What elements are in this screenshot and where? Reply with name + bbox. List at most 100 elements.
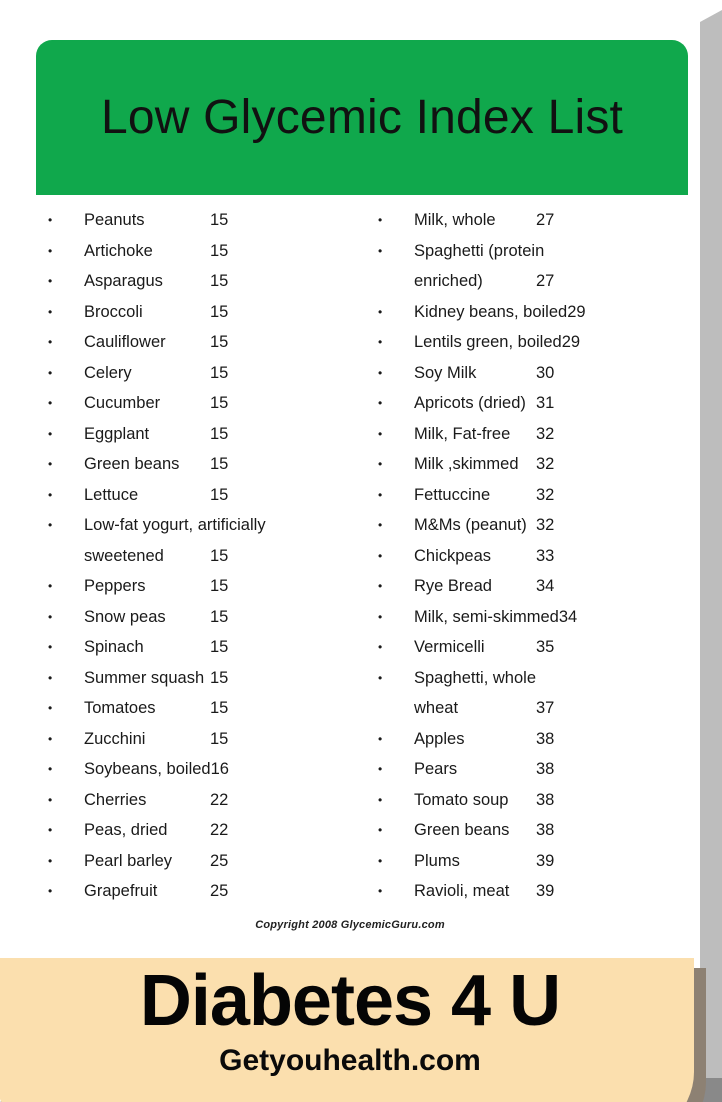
food-name: Peppers [84, 577, 146, 595]
food-name: Plums [414, 851, 460, 870]
food-name: Lettuce [84, 485, 139, 504]
list-item: Spaghetti (protein enriched) 27 [374, 236, 694, 297]
right-column: Milk, whole 27 Spaghetti (protein enriched)… [374, 205, 694, 910]
gi-value: 35 [536, 638, 555, 656]
gi-value: 15 [210, 607, 229, 626]
list-item: Zucchini 15 [44, 724, 374, 755]
right-food-list: Milk, whole 27 Spaghetti (protein enriched)… [374, 205, 694, 907]
food-name: Grapefruit [84, 882, 158, 900]
list-item: Chickpeas 33 [374, 541, 694, 572]
gi-value: 34 [536, 577, 555, 595]
list-item: Kidney beans, boiled29 [374, 297, 694, 328]
header-banner: Low Glycemic Index List [36, 40, 688, 195]
food-name: Milk, Fat-free [414, 424, 511, 443]
gi-value: 25 [210, 882, 229, 900]
list-item: Broccoli 15 [44, 297, 374, 328]
food-name: Spaghetti (protein [414, 241, 545, 260]
food-name: Milk, whole [414, 211, 496, 229]
gi-value: 29 [561, 333, 581, 351]
food-name-continued: sweetened [84, 546, 164, 565]
list-item: Peas, dried 22 [44, 815, 374, 846]
list-item: Artichoke 15 [44, 236, 374, 267]
gi-value: 15 [210, 455, 229, 473]
food-name: M&Ms (peanut) [414, 516, 527, 534]
gi-value: 31 [536, 394, 555, 412]
gi-value: 29 [567, 302, 586, 321]
food-name: Broccoli [84, 302, 143, 321]
food-name: Vermicelli [414, 638, 485, 656]
food-name: Cucumber [84, 394, 161, 412]
list-item: Low-fat yogurt, artificially sweetened 15 [44, 510, 374, 571]
list-item: Fettuccine 32 [374, 480, 694, 511]
copyright-notice: Copyright 2008 GlycemicGuru.com [255, 919, 445, 931]
gi-value: 32 [536, 455, 555, 473]
gi-value: 15 [210, 485, 229, 504]
gi-value: 15 [210, 729, 229, 748]
gi-value: 15 [210, 241, 229, 260]
gi-value: 38 [536, 760, 555, 778]
glycemic-index-poster: Low Glycemic Index List Peanuts15Articho… [0, 0, 722, 1102]
list-item: Spinach 15 [44, 632, 374, 663]
list-item: Spaghetti, whole wheat 37 [374, 663, 694, 724]
gi-value: 38 [536, 729, 555, 748]
list-item: Lettuce 15 [44, 480, 374, 511]
gi-value: 37 [536, 699, 555, 717]
food-name: Apricots (dried) [414, 394, 526, 412]
brand-website: Getyouhealth.com [219, 1044, 481, 1077]
gi-value: 15 [210, 394, 229, 412]
gi-value: 25 [210, 851, 229, 870]
gi-value: 15 [210, 363, 229, 382]
list-item: Tomato soup 38 [374, 785, 694, 816]
list-item: Milk, Fat-free 32 [374, 419, 694, 450]
gi-value: 22 [210, 821, 229, 839]
food-name: Spinach [84, 638, 144, 656]
gi-value: 38 [536, 821, 555, 839]
food-name-continued: enriched) [414, 272, 483, 290]
list-item: Peanuts 15 [44, 205, 374, 236]
food-name: Zucchini [84, 729, 146, 748]
gi-value: 32 [536, 485, 555, 504]
page-title: Low Glycemic Index List [100, 91, 624, 144]
food-name: Cherries [84, 790, 147, 809]
list-item: Apples 38 [374, 724, 694, 755]
food-name-continued: wheat [414, 699, 459, 717]
gi-value: 15 [210, 668, 229, 687]
gi-value: 15 [210, 638, 229, 656]
list-item: Eggplant 15 [44, 419, 374, 450]
gi-value: 15 [210, 699, 229, 717]
list-item: Ravioli, meat 39 [374, 876, 694, 907]
list-item: Rye Bread 34 [374, 571, 694, 602]
food-name: Pearl barley [84, 851, 173, 870]
list-item: M&Ms (peanut) 32 [374, 510, 694, 541]
list-item: Plums 39 [374, 846, 694, 877]
list-item: Celery 15 [44, 358, 374, 389]
list-item: Grapefruit 25 [44, 876, 374, 907]
food-name: Ravioli, meat [414, 882, 510, 900]
list-item: Milk, whole 27 [374, 205, 694, 236]
gi-value: 38 [536, 790, 555, 809]
gi-value: 30 [536, 363, 555, 382]
food-name: Low-fat yogurt, artificially [84, 516, 266, 534]
list-item: Milk ,skimmed 32 [374, 449, 694, 480]
food-name: Eggplant [84, 424, 150, 443]
gi-value: 27 [536, 211, 555, 229]
brand-name: Diabetes 4 U [139, 961, 561, 1041]
list-item: Cherries 22 [44, 785, 374, 816]
list-item: Green beans 38 [374, 815, 694, 846]
gi-value: 22 [210, 790, 229, 809]
list-item: Soy Milk 30 [374, 358, 694, 389]
food-name: Lentils green, boiled [414, 333, 562, 351]
list-item: Asparagus 15 [44, 266, 374, 297]
gi-value: 15 [210, 546, 229, 565]
gi-value: 15 [210, 272, 229, 290]
list-item: Apricots (dried) 31 [374, 388, 694, 419]
food-name: Peanuts [84, 211, 145, 229]
food-name: Tomato soup [414, 790, 509, 809]
food-name: Apples [414, 729, 465, 748]
list-item: Summer squash 15 [44, 663, 374, 694]
food-name: Snow peas [84, 607, 166, 626]
food-name: Peas, dried [84, 821, 168, 839]
list-item: Peppers 15 [44, 571, 374, 602]
list-item: Snow peas 15 [44, 602, 374, 633]
gi-value: 15 [210, 211, 229, 229]
